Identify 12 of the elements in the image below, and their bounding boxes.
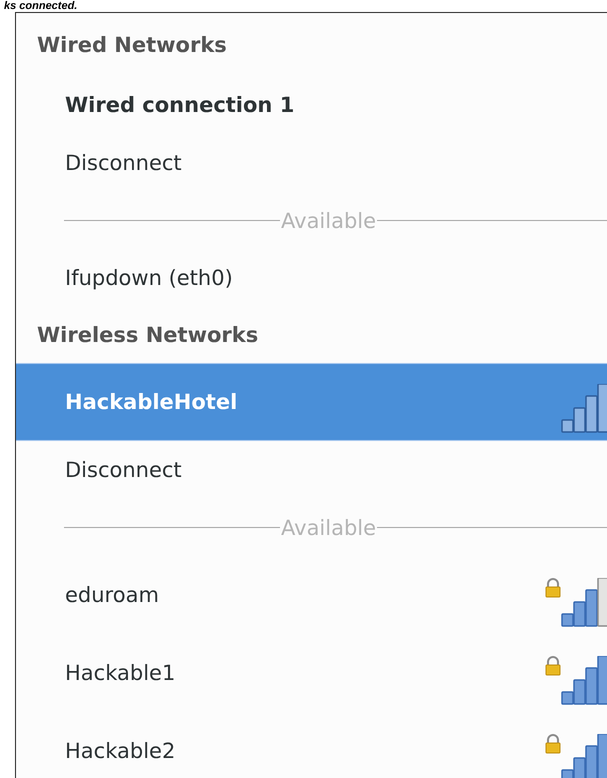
network-item[interactable]: Ifupdown (eth0) [16, 249, 607, 307]
network-item[interactable]: Wired connection 1 [16, 76, 607, 134]
disconnect-item[interactable]: Disconnect [65, 458, 607, 482]
separator-label: Available [280, 516, 378, 540]
network-item[interactable]: eduroam [16, 556, 607, 634]
network-item[interactable]: Hackable1 [16, 634, 607, 712]
separator-label: Available [280, 208, 378, 232]
section-heading: Wired Networks [36, 32, 228, 58]
caption-text: ks connected. [4, 0, 78, 12]
section-heading: Wireless Networks [36, 322, 260, 349]
disconnect-item[interactable]: Disconnect [65, 151, 607, 175]
network-item[interactable]: Hackable2 [16, 712, 607, 778]
